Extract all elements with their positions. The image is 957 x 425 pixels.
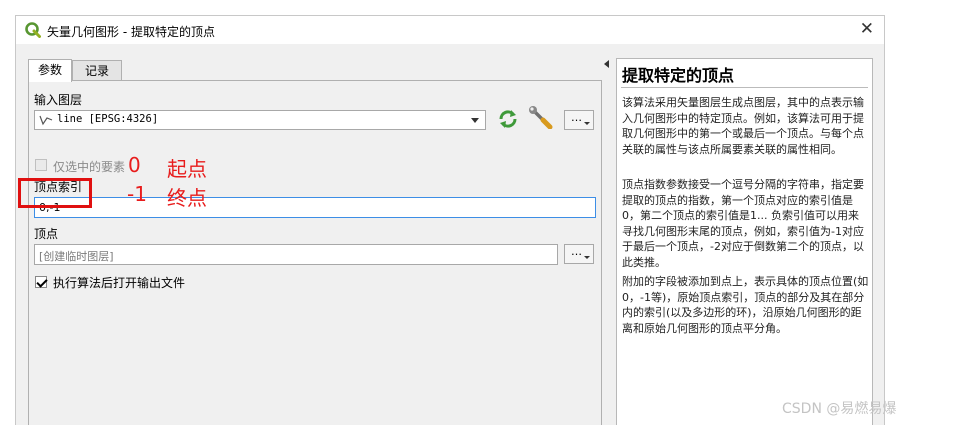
input-layer-more-button[interactable]: … [564,110,594,130]
input-layer-value: line [EPSG:4326] [57,113,159,125]
annotation-first-index: 0 [128,153,141,177]
title-bar: 矢量几何图形 - 提取特定的顶点 ✕ [16,16,884,44]
tab-parameters[interactable]: 参数 [28,59,72,82]
tab-log[interactable]: 记录 [72,60,122,81]
input-layer-label: 输入图层 [34,93,83,107]
help-divider [621,87,868,88]
help-paragraph-3: 附加的字段被添加到点上，表示具体的顶点位置(如0，-1等)，原始顶点索引，顶点的… [622,275,869,335]
algorithm-dialog: 矢量几何图形 - 提取特定的顶点 ✕ 参数 记录 输入图层 line [EPSG… [15,15,885,425]
highlight-box [18,178,92,208]
window-title: 矢量几何图形 - 提取特定的顶点 [47,25,215,39]
selected-only-checkbox[interactable] [35,159,47,171]
chevron-down-icon [584,256,590,259]
help-paragraph-2: 顶点指数参数接受一个逗号分隔的字符串，指定要提取的顶点的指数，第一个顶点对应的索… [622,178,864,269]
input-layer-combo[interactable]: line [EPSG:4326] [34,110,486,130]
annotation-last-label: 终点 [167,186,207,210]
close-button[interactable]: ✕ [860,20,874,38]
open-output-label: 执行算法后打开输出文件 [53,276,186,290]
output-label: 顶点 [34,227,59,241]
iterate-features-icon[interactable] [495,107,521,131]
selected-only-label: 仅选中的要素 [53,160,126,174]
more-button-label: … [571,111,583,124]
chevron-down-icon [471,118,479,123]
wrench-icon[interactable] [528,105,554,129]
help-paragraph-1: 该算法采用矢量图层生成点图层，其中的点表示输入几何图形中的特定顶点。例如，该算法… [622,96,864,156]
annotation-last-index: -1 [127,182,147,206]
output-destination-input[interactable]: [创建临时图层] [34,244,558,265]
output-more-button[interactable]: … [564,244,594,264]
chevron-down-icon [584,122,590,125]
help-panel: 提取特定的顶点 该算法采用矢量图层生成点图层，其中的点表示输入几何图形中的特定顶… [616,58,873,425]
vertex-indices-input[interactable]: 0,-1 [34,197,596,218]
help-title: 提取特定的顶点 [622,66,735,85]
qgis-icon [25,22,41,38]
line-layer-icon [39,115,53,126]
more-button-label: … [571,245,583,258]
open-output-checkbox[interactable] [35,276,47,288]
collapse-arrow-icon[interactable] [604,60,609,68]
watermark: CSDN @易燃易爆 [782,401,897,417]
parameters-panel: 输入图层 line [EPSG:4326] … 仅选中的要素 顶点索引 0,-1… [28,80,602,425]
annotation-first-label: 起点 [167,157,207,181]
output-placeholder: [创建临时图层] [39,250,114,263]
